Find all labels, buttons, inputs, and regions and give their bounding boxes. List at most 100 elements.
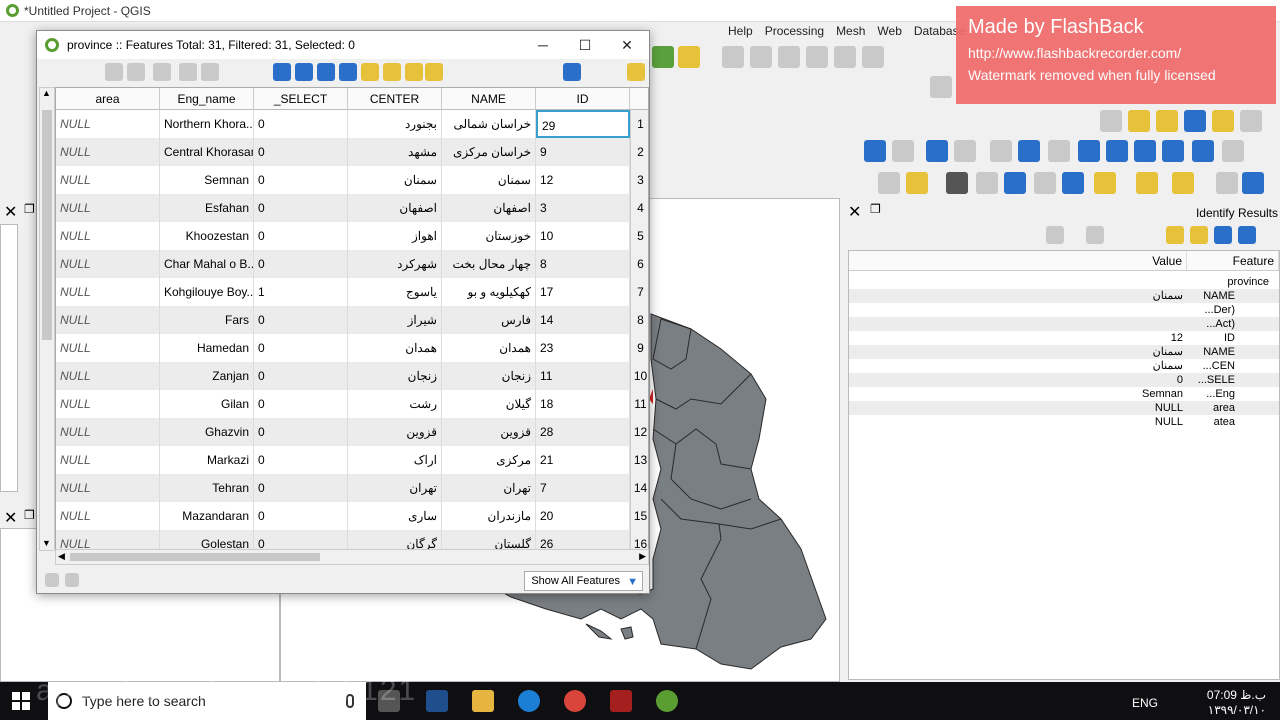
cell-eng[interactable]: Ghazvin <box>160 418 254 446</box>
cell-area[interactable]: NULL <box>56 362 160 390</box>
cell-select[interactable]: 0 <box>254 194 348 222</box>
identify-row[interactable]: 12 ID <box>849 331 1279 345</box>
identify-row[interactable]: سمنان NAME <box>849 289 1279 303</box>
digitize-icon[interactable] <box>862 46 884 68</box>
layout-icon[interactable] <box>1128 110 1150 132</box>
calculator-icon[interactable] <box>1034 172 1056 194</box>
cell-area[interactable]: NULL <box>56 306 160 334</box>
identify-row[interactable]: NULL area <box>849 401 1279 415</box>
cell-id[interactable]: 11 <box>536 362 630 390</box>
print-icon[interactable] <box>127 63 145 81</box>
cell-area[interactable]: NULL <box>56 110 160 138</box>
cell-center[interactable]: اهواز <box>348 222 442 250</box>
pin-icon[interactable] <box>930 76 952 98</box>
cell-center[interactable]: تهران <box>348 474 442 502</box>
table-row[interactable]: NULL Zanjan 0 زنجان زنجان 11 10 <box>56 362 648 390</box>
zoom-extent-icon[interactable] <box>1162 140 1184 162</box>
identify-row[interactable]: NULL atea <box>849 415 1279 429</box>
down-icon[interactable] <box>1238 226 1256 244</box>
start-button[interactable] <box>12 692 30 710</box>
invert-selection-icon[interactable] <box>317 63 335 81</box>
row-number[interactable]: 4 <box>630 194 648 222</box>
delete-icon[interactable] <box>834 46 856 68</box>
clock[interactable]: 07:09 ب.ظ ۱۳۹۹/۰۳/۱۰ <box>1186 688 1266 718</box>
layers-tree[interactable] <box>0 224 18 492</box>
menu-processing[interactable]: Processing <box>765 22 824 40</box>
cell-select[interactable]: 0 <box>254 166 348 194</box>
zoom-map-icon[interactable] <box>105 63 123 81</box>
row-number[interactable]: 14 <box>630 474 648 502</box>
cell-name[interactable]: تهران <box>442 474 536 502</box>
cell-eng[interactable]: Kohgilouye Boy... <box>160 278 254 306</box>
zoom-in-icon[interactable] <box>1106 140 1128 162</box>
hand-pan-icon[interactable] <box>1222 140 1244 162</box>
cell-id[interactable]: 7 <box>536 474 630 502</box>
cell-center[interactable]: اصفهان <box>348 194 442 222</box>
scroll-thumb[interactable] <box>42 110 52 340</box>
qgis-taskbar-icon[interactable] <box>656 690 678 712</box>
cell-eng[interactable]: Tehran <box>160 474 254 502</box>
minimize-button[interactable]: ─ <box>533 35 553 55</box>
form-view-icon[interactable] <box>65 573 79 587</box>
table-row[interactable]: NULL Markazi 0 اراک مرکزی 21 13 <box>56 446 648 474</box>
cell-select[interactable]: 0 <box>254 110 348 138</box>
select-expression-icon[interactable] <box>383 63 401 81</box>
menu-web[interactable]: Web <box>877 22 901 40</box>
cell-name[interactable]: خراسان شمالی <box>442 110 536 138</box>
cell-name[interactable]: زنجان <box>442 362 536 390</box>
value-column-header[interactable]: Value <box>849 251 1187 270</box>
select-feature-icon[interactable] <box>1094 172 1116 194</box>
col-eng-name[interactable]: Eng_name <box>160 88 254 110</box>
chrome-icon[interactable] <box>564 690 586 712</box>
cell-id[interactable]: 9 <box>536 138 630 166</box>
show-all-features-button[interactable]: Show All Features ▼ <box>524 571 643 591</box>
language-indicator[interactable]: ENG <box>1132 696 1158 710</box>
table-row[interactable]: NULL Kohgilouye Boy... 1 یاسوج کهکیلویه و بو… <box>56 278 648 306</box>
vertical-scrollbar[interactable]: ▲ ▼ <box>39 87 55 551</box>
float-icon[interactable]: ❐ <box>24 202 35 216</box>
text-annotation-icon[interactable] <box>878 172 900 194</box>
table-row[interactable]: NULL Khoozestan 0 اهواز خوزستان 10 5 <box>56 222 648 250</box>
identify-row[interactable]: 0 ...SELE <box>849 373 1279 387</box>
field-calculator-icon[interactable] <box>179 63 197 81</box>
recorder-icon[interactable] <box>610 690 632 712</box>
statistics-icon[interactable] <box>976 172 998 194</box>
cell-area[interactable]: NULL <box>56 166 160 194</box>
cell-area[interactable]: NULL <box>56 390 160 418</box>
row-number[interactable]: 12 <box>630 418 648 446</box>
identify-row[interactable]: ...Der) <box>849 303 1279 317</box>
cell-eng[interactable]: Mazandaran <box>160 502 254 530</box>
cut-icon[interactable] <box>806 46 828 68</box>
pan-to-selection-icon[interactable] <box>926 140 948 162</box>
cell-select[interactable]: 0 <box>254 362 348 390</box>
cell-name[interactable]: کهکیلویه و بو <box>442 278 536 306</box>
cell-area[interactable]: NULL <box>56 250 160 278</box>
close-icon[interactable]: ✕ <box>4 202 17 222</box>
organize-columns-icon[interactable] <box>153 63 171 81</box>
cell-eng[interactable]: Gilan <box>160 390 254 418</box>
col-area[interactable]: area <box>56 88 160 110</box>
cell-center[interactable]: یاسوج <box>348 278 442 306</box>
cell-select[interactable]: 0 <box>254 418 348 446</box>
cell-id[interactable]: 12 <box>536 166 630 194</box>
cell-center[interactable]: سمنان <box>348 166 442 194</box>
col-name[interactable]: NAME <box>442 88 536 110</box>
select-by-value-icon[interactable] <box>1136 172 1158 194</box>
refresh-icon[interactable] <box>864 140 886 162</box>
table-row[interactable]: NULL Northern Khora... 0 بجنورد خراسان شمالی… <box>56 110 648 138</box>
table-row[interactable]: NULL Tehran 0 تهران تهران 7 14 <box>56 474 648 502</box>
table-row[interactable]: NULL Mazandaran 0 ساری مازندران 20 15 <box>56 502 648 530</box>
zoom-last-icon[interactable] <box>954 140 976 162</box>
undo-icon[interactable] <box>750 46 772 68</box>
cell-center[interactable]: رشت <box>348 390 442 418</box>
hscroll-thumb[interactable] <box>70 553 320 561</box>
edge-icon[interactable] <box>518 690 540 712</box>
select-icon[interactable] <box>1190 226 1208 244</box>
row-number[interactable]: 15 <box>630 502 648 530</box>
close-identify-icon[interactable]: ✕ <box>848 202 861 222</box>
zoom-native-icon[interactable] <box>990 140 1012 162</box>
identify-row[interactable]: ...Act) <box>849 317 1279 331</box>
cell-eng[interactable]: Hamedan <box>160 334 254 362</box>
cell-name[interactable]: همدان <box>442 334 536 362</box>
table-view-icon[interactable] <box>45 573 59 587</box>
